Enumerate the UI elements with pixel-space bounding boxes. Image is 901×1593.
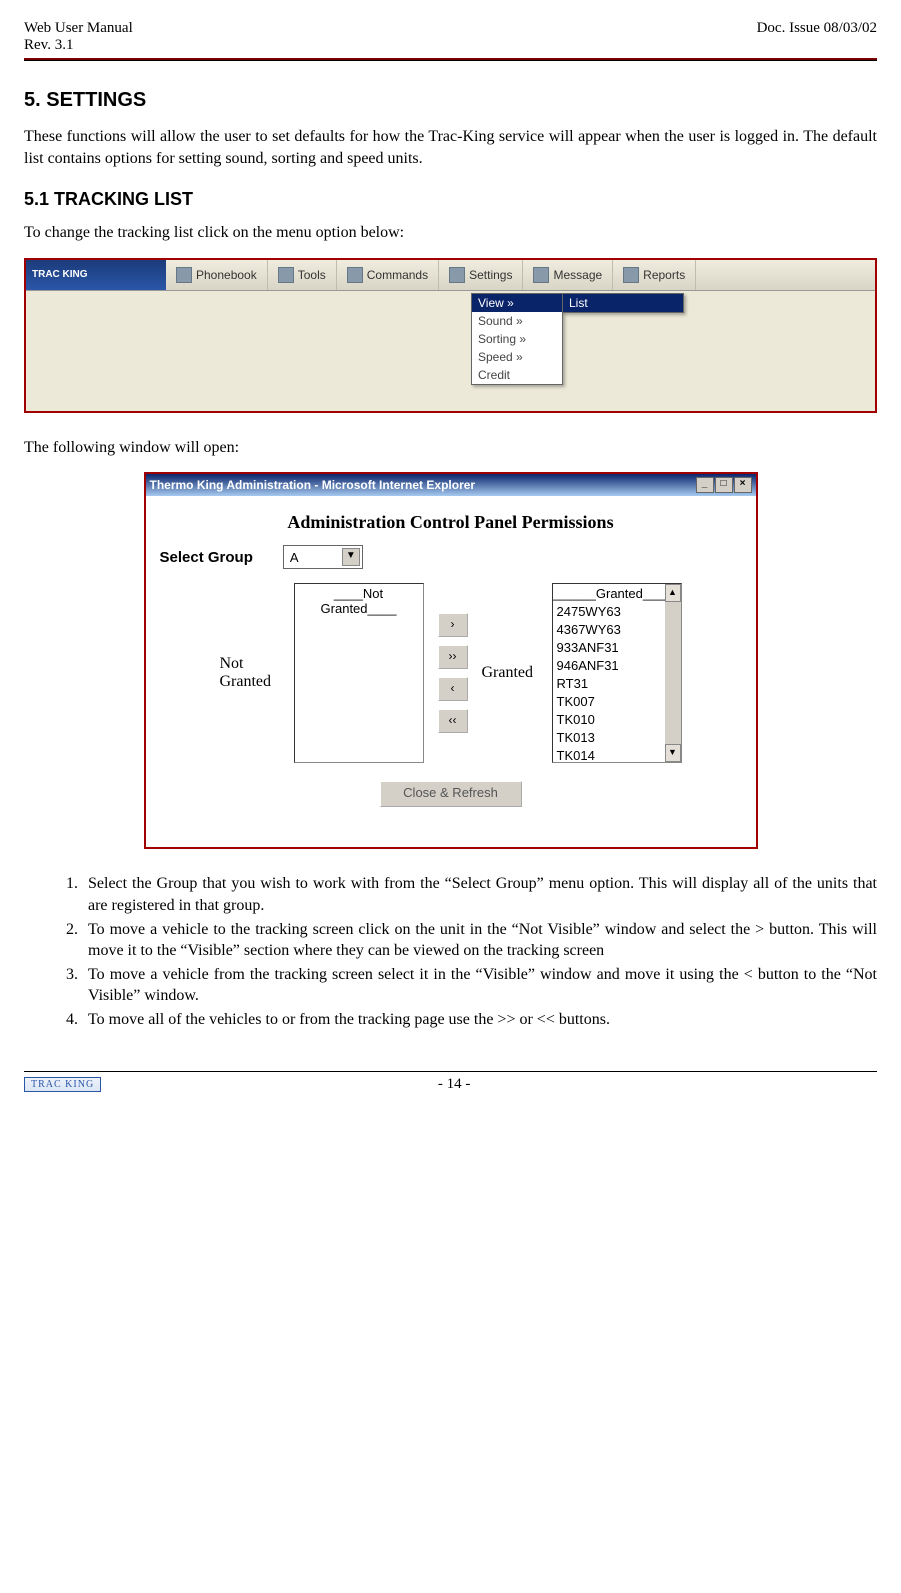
move-all-left-button[interactable]: ‹‹: [438, 709, 468, 733]
window-minimize-button[interactable]: _: [696, 477, 714, 493]
toolbar-settings-label: Settings: [469, 268, 512, 282]
list-item[interactable]: 946ANF31: [553, 657, 681, 675]
section-heading: 5. SETTINGS: [24, 89, 877, 112]
window-titlebar: Thermo King Administration - Microsoft I…: [146, 474, 756, 496]
step-3: To move a vehicle from the tracking scre…: [82, 964, 877, 1007]
not-granted-header: ____Not Granted____: [295, 584, 423, 618]
toolbar-figure: TRAC KING Phonebook Tools Commands Setti…: [24, 258, 877, 413]
move-all-right-button[interactable]: ››: [438, 645, 468, 669]
chevron-down-icon: ▼: [342, 548, 360, 566]
header-issue-date: Doc. Issue 08/03/02: [757, 20, 877, 54]
settings-icon: [449, 267, 465, 283]
list-item[interactable]: TK010: [553, 711, 681, 729]
footer-logo: TRAC KING: [24, 1077, 101, 1092]
select-group-label: Select Group: [160, 549, 253, 566]
list-item[interactable]: TK007: [553, 693, 681, 711]
list-item[interactable]: 4367WY63: [553, 621, 681, 639]
header-doc-title: Web User Manual: [24, 20, 133, 37]
instruction-paragraph: To change the tracking list click on the…: [24, 222, 877, 244]
page-header: Web User Manual Rev. 3.1 Doc. Issue 08/0…: [24, 20, 877, 54]
header-rule-thin: [24, 60, 877, 61]
toolbar-commands-label: Commands: [367, 268, 428, 282]
list-item[interactable]: RT31: [553, 675, 681, 693]
following-window-text: The following window will open:: [24, 437, 877, 459]
message-icon: [533, 267, 549, 283]
list-item[interactable]: TK013: [553, 729, 681, 747]
dropdown-area: View » Sound » Sorting » Speed » Credit …: [26, 291, 875, 411]
menu-item-sorting[interactable]: Sorting »: [472, 330, 562, 348]
step-2: To move a vehicle to the tracking screen…: [82, 919, 877, 962]
toolbar-phonebook[interactable]: Phonebook: [166, 260, 268, 290]
subsection-heading: 5.1 TRACKING LIST: [24, 189, 877, 210]
toolbar-reports-label: Reports: [643, 268, 685, 282]
commands-icon: [347, 267, 363, 283]
select-group-dropdown[interactable]: A ▼: [283, 545, 363, 569]
scroll-down-icon[interactable]: ▼: [665, 744, 681, 762]
reports-icon: [623, 267, 639, 283]
move-right-button[interactable]: ›: [438, 613, 468, 637]
toolbar-commands[interactable]: Commands: [337, 260, 439, 290]
list-item[interactable]: 2475WY63: [553, 603, 681, 621]
intro-paragraph: These functions will allow the user to s…: [24, 126, 877, 169]
list-item[interactable]: 933ANF31: [553, 639, 681, 657]
toolbar-settings[interactable]: Settings: [439, 260, 523, 290]
move-left-button[interactable]: ‹: [438, 677, 468, 701]
page-number: - 14 -: [101, 1076, 807, 1093]
window-title: Thermo King Administration - Microsoft I…: [150, 478, 476, 492]
app-toolbar: TRAC KING Phonebook Tools Commands Setti…: [26, 260, 875, 291]
toolbar-tools[interactable]: Tools: [268, 260, 337, 290]
footer-rule: [24, 1071, 877, 1072]
toolbar-message-label: Message: [553, 268, 602, 282]
menu-item-speed[interactable]: Speed »: [472, 348, 562, 366]
toolbar-tools-label: Tools: [298, 268, 326, 282]
permissions-title: Administration Control Panel Permissions: [160, 512, 742, 533]
granted-header: ______Granted______: [553, 584, 681, 603]
not-granted-listbox[interactable]: ____Not Granted____: [294, 583, 424, 763]
granted-side-label: Granted: [482, 664, 538, 682]
toolbar-phonebook-label: Phonebook: [196, 268, 257, 282]
menu-item-view-label: View »: [478, 296, 514, 310]
menu-item-credit[interactable]: Credit: [472, 366, 562, 384]
toolbar-logo: TRAC KING: [26, 260, 166, 290]
close-refresh-button[interactable]: Close & Refresh: [380, 781, 522, 807]
window-close-button[interactable]: ×: [734, 477, 752, 493]
granted-listbox[interactable]: ______Granted______ 2475WY63 4367WY63 93…: [552, 583, 682, 763]
menu-item-sound[interactable]: Sound »: [472, 312, 562, 330]
instruction-list: Select the Group that you wish to work w…: [24, 873, 877, 1030]
listbox-scrollbar[interactable]: ▲ ▼: [665, 584, 681, 762]
toolbar-message[interactable]: Message: [523, 260, 613, 290]
select-group-value: A: [290, 550, 299, 565]
view-submenu[interactable]: List: [562, 293, 684, 313]
toolbar-reports[interactable]: Reports: [613, 260, 696, 290]
step-1: Select the Group that you wish to work w…: [82, 873, 877, 916]
admin-window-figure: Thermo King Administration - Microsoft I…: [144, 472, 758, 849]
step-4: To move all of the vehicles to or from t…: [82, 1009, 877, 1031]
not-granted-side-label: NotGranted: [220, 655, 280, 691]
header-revision: Rev. 3.1: [24, 37, 133, 54]
submenu-item-list[interactable]: List: [563, 294, 683, 312]
menu-item-view[interactable]: View »: [472, 294, 562, 312]
phonebook-icon: [176, 267, 192, 283]
scroll-up-icon[interactable]: ▲: [665, 584, 681, 602]
tools-icon: [278, 267, 294, 283]
settings-menu[interactable]: View » Sound » Sorting » Speed » Credit: [471, 293, 563, 385]
page-footer: TRAC KING - 14 -: [24, 1076, 877, 1093]
list-item[interactable]: TK014: [553, 747, 681, 763]
window-maximize-button[interactable]: □: [715, 477, 733, 493]
